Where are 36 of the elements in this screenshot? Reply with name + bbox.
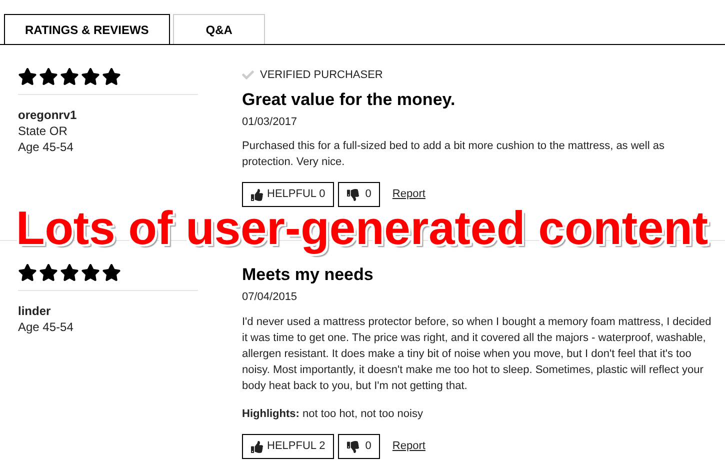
- review-date: 07/04/2015: [242, 290, 298, 305]
- reviewer-name: oregonrv1: [18, 107, 78, 123]
- verified-purchaser-label: VERIFIED PURCHASER: [260, 68, 383, 83]
- reviewer-detail: Age 45-54: [18, 139, 74, 155]
- star-icon: [39, 67, 58, 86]
- report-link[interactable]: Report: [392, 186, 426, 203]
- star-icon: [81, 67, 100, 86]
- star-icon: [39, 263, 58, 282]
- reviewer-detail: Age 45-54: [18, 319, 74, 335]
- review-body: I'd never used a mattress protector before, so when I bought a memory foam mattress, I decided it was time to get one. The price was right, and it covered all the majors - waterproof, washable, allergen resistant. It does make a tiny bit of noise when you move, but I don't feel that it's too noisy. Most importantly, it doesn't make me too hot to sleep. Sometimes, plastic will reflect your body heat back to you, but I'm not getting that.: [242, 314, 712, 394]
- check-icon: [242, 69, 254, 82]
- review-body: Purchased this for a full-sized bed to add a bit more cushion to the mattress, as well as protection. Very nice.: [242, 139, 666, 170]
- star-icon: [102, 67, 121, 86]
- reviewer-name: linder: [18, 303, 52, 319]
- review-date: 01/03/2017: [242, 114, 298, 130]
- star-icon: [102, 263, 121, 282]
- thumbs-down-icon: [347, 440, 360, 452]
- unhelpful-button[interactable]: 0: [338, 182, 380, 207]
- report-link[interactable]: Report: [392, 438, 426, 455]
- thumbs-up-icon: [251, 188, 263, 200]
- unhelpful-button[interactable]: 0: [338, 434, 380, 459]
- star-icon: [81, 263, 100, 282]
- star-icon: [18, 263, 37, 282]
- review-title: Great value for the money.: [242, 88, 456, 110]
- reviewer-detail: State OR: [18, 123, 68, 139]
- thumbs-up-icon: [251, 440, 263, 452]
- helpful-button[interactable]: HELPFUL 2: [242, 434, 334, 459]
- star-icon: [60, 67, 79, 86]
- review-highlights: Highlights: not too hot, not too noisy: [242, 406, 424, 422]
- review-title: Meets my needs: [242, 264, 374, 286]
- tab[interactable]: RATINGS & REVIEWS: [4, 14, 170, 44]
- helpful-button[interactable]: HELPFUL 0: [242, 182, 334, 207]
- star-icon: [60, 263, 79, 282]
- thumbs-down-icon: [347, 188, 360, 200]
- tab[interactable]: Q&A: [172, 14, 266, 44]
- star-icon: [18, 67, 37, 86]
